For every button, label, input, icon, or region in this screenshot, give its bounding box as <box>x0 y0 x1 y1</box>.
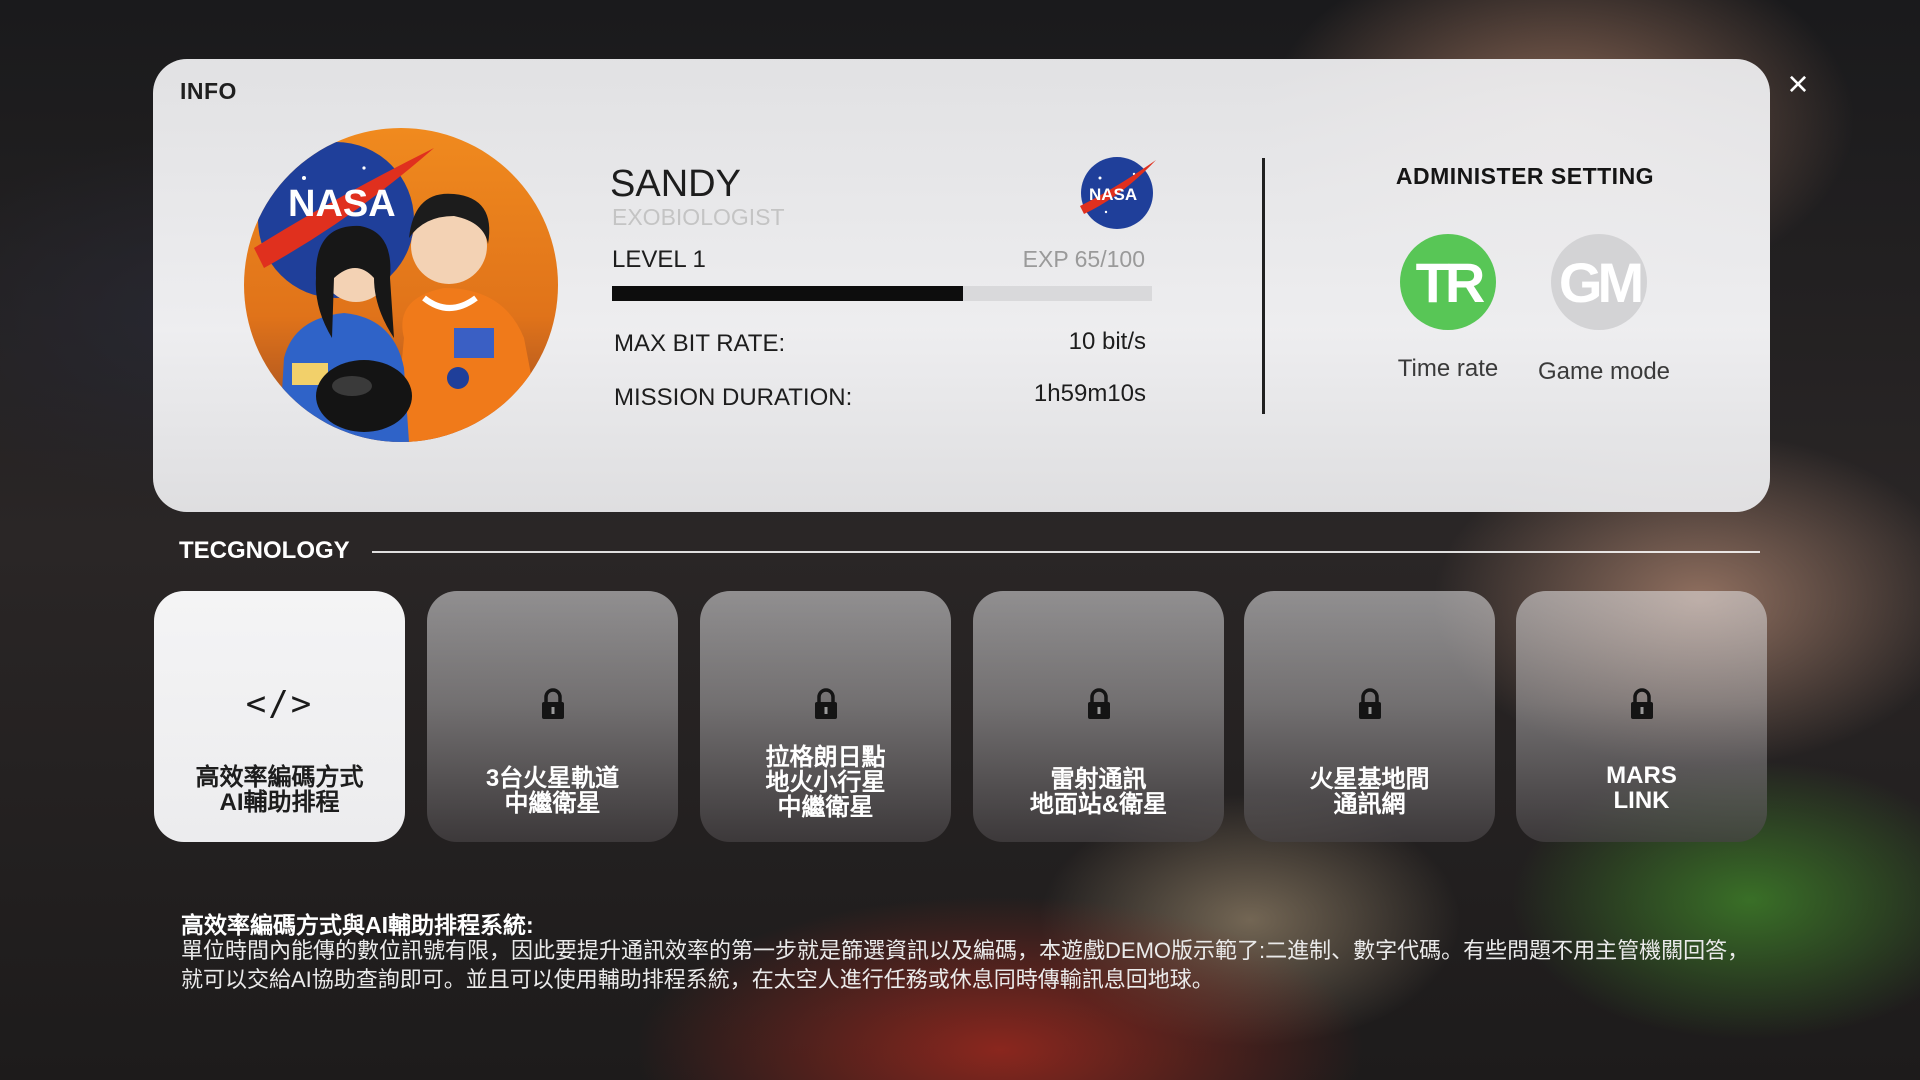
time-rate-abbr: TR <box>1415 250 1486 314</box>
lock-icon <box>973 681 1224 727</box>
technology-divider <box>372 551 1760 553</box>
game-mode-abbr: GM <box>1558 250 1644 314</box>
description-body: 單位時間內能傳的數位訊號有限，因此要提升通訊效率的第一步就是篩選資訊以及編碼，本… <box>181 938 1750 992</box>
close-button[interactable]: × <box>1782 66 1814 102</box>
divider <box>1262 158 1265 414</box>
close-icon: × <box>1787 63 1809 104</box>
tech-card-efficient-coding[interactable]: </> 高效率編碼方式 AI輔助排程 <box>154 591 405 842</box>
nasa-logo-text: NASA <box>1089 185 1137 204</box>
lock-icon <box>427 681 678 727</box>
exp-progress-fill <box>612 286 963 301</box>
mission-duration-label: MISSION DURATION: <box>614 384 853 411</box>
tech-card-label: 雷射通訊 地面站&衛星 <box>1029 766 1168 818</box>
description-title: 高效率編碼方式與AI輔助排程系統: <box>181 912 534 938</box>
tech-card-label: 3台火星軌道 中繼衛星 <box>485 765 620 817</box>
lock-icon <box>1516 681 1767 727</box>
tech-card-label: MARS LINK <box>1606 762 1677 814</box>
max-bit-rate-value: 10 bit/s <box>1068 328 1146 355</box>
info-title: INFO <box>180 78 237 104</box>
tech-card-label: 高效率編碼方式 AI輔助排程 <box>195 764 364 816</box>
exp-label: EXP 65/100 <box>1022 246 1145 272</box>
avatar: NASA <box>244 128 558 442</box>
max-bit-rate-label: MAX BIT RATE: <box>614 330 786 357</box>
tech-card-mars-base-network[interactable]: 火星基地間 通訊網 <box>1244 591 1495 842</box>
technology-title: TECGNOLOGY <box>179 537 350 564</box>
tech-card-label: 火星基地間 通訊網 <box>1309 766 1430 818</box>
game-mode-label: Game mode <box>1537 358 1671 385</box>
admin-setting-title: ADMINISTER SETTING <box>1395 163 1655 189</box>
tech-card-laser-comm[interactable]: 雷射通訊 地面站&衛星 <box>973 591 1224 842</box>
game-mode-button[interactable]: GM <box>1551 234 1647 330</box>
lock-icon <box>700 681 951 727</box>
tech-card-mars-orbit-relay[interactable]: 3台火星軌道 中繼衛星 <box>427 591 678 842</box>
tech-card-mars-link[interactable]: MARS LINK <box>1516 591 1767 842</box>
player-name: SANDY <box>610 163 741 205</box>
tech-card-lagrange-relay[interactable]: 拉格朗日點 地火小行星 中繼衛星 <box>700 591 951 842</box>
level-label: LEVEL 1 <box>612 246 706 273</box>
tech-card-label: 拉格朗日點 地火小行星 中繼衛星 <box>765 744 886 821</box>
time-rate-button[interactable]: TR <box>1400 234 1496 330</box>
time-rate-label: Time rate <box>1397 355 1499 382</box>
player-role: EXOBIOLOGIST <box>612 204 785 230</box>
code-icon: </> <box>245 684 314 724</box>
nasa-logo-icon: NASA <box>1076 152 1158 234</box>
lock-icon <box>1244 681 1495 727</box>
mission-duration-value: 1h59m10s <box>1033 380 1146 407</box>
avatar-logo-text: NASA <box>288 183 396 225</box>
exp-progress-bar <box>612 286 1152 301</box>
